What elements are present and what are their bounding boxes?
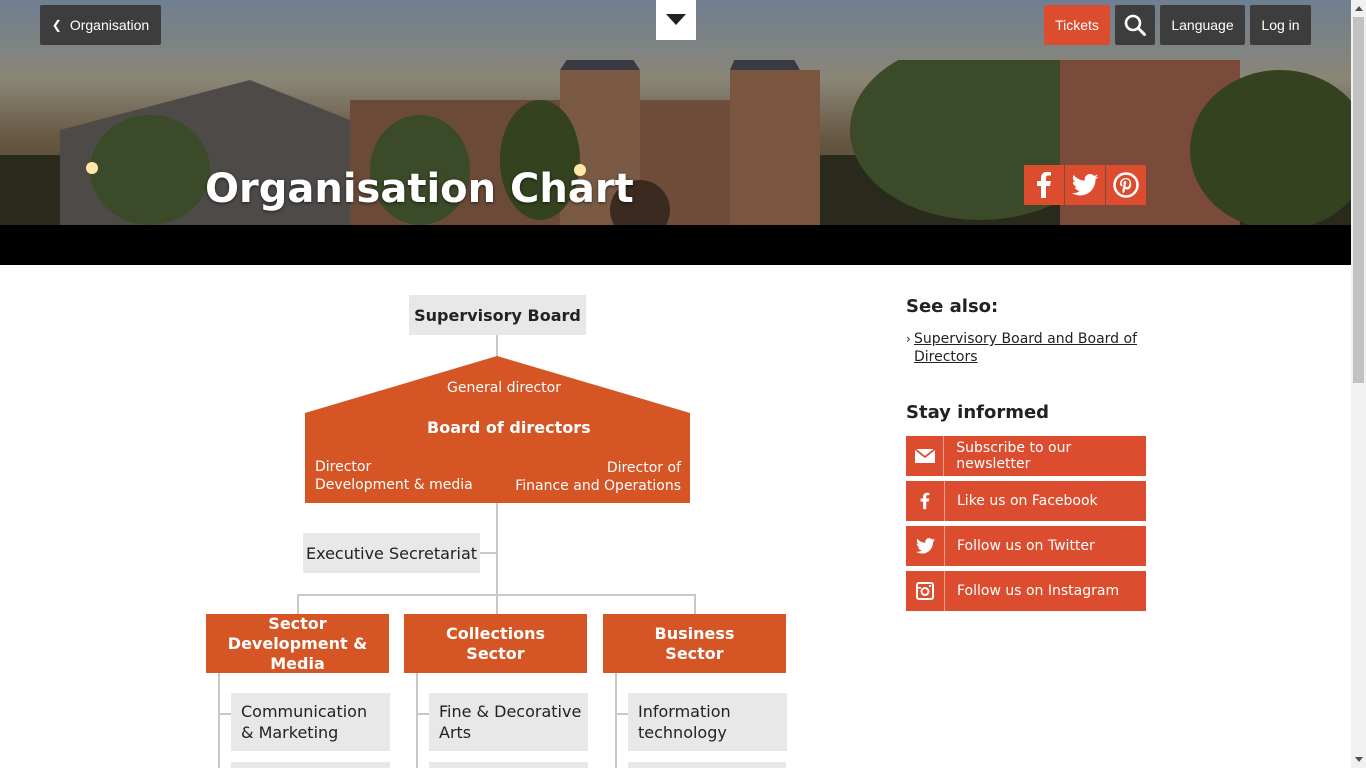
subunit-line1: Communication [241, 702, 368, 721]
login-label: Log in [1261, 17, 1300, 33]
caret-down-icon [1354, 757, 1363, 762]
connector-line [694, 594, 696, 614]
connector-line [496, 335, 498, 357]
supervisory-board-box: Supervisory Board [409, 295, 586, 335]
share-pinterest-button[interactable] [1106, 165, 1146, 205]
instagram-icon [906, 571, 945, 611]
board-of-directors-label: Board of directors [427, 418, 591, 437]
envelope-icon [906, 436, 945, 476]
subunit-line2: Arts [439, 723, 472, 742]
newsletter-button[interactable]: Subscribe to our newsletter [906, 436, 1146, 476]
sector-line2: Sector [665, 643, 724, 663]
next-subunit-box [628, 762, 786, 768]
facebook-follow-button[interactable]: Like us on Facebook [906, 481, 1146, 521]
information-technology-box: Information technology [628, 693, 787, 751]
sector-development-media-box: Sector Development & Media [206, 614, 389, 673]
director-dev-line2: Development & media [315, 477, 473, 493]
connector-line [297, 594, 695, 596]
language-button[interactable]: Language [1160, 5, 1245, 45]
connector-line [416, 713, 429, 715]
connector-line [480, 552, 497, 554]
language-label: Language [1171, 17, 1234, 33]
share-twitter-button[interactable] [1065, 165, 1105, 205]
newsletter-label: Subscribe to our newsletter [956, 440, 1072, 472]
chevron-right-icon: › [906, 332, 911, 346]
twitter-icon [906, 526, 945, 566]
menu-dropdown-toggle[interactable] [656, 0, 696, 40]
search-icon [1124, 14, 1146, 36]
caret-down-icon [666, 14, 686, 25]
subunit-line1: Information [638, 702, 731, 721]
connector-line [615, 673, 617, 768]
facebook-label: Like us on Facebook [957, 493, 1098, 509]
museum-building-image [0, 60, 1351, 225]
supervisory-board-link[interactable]: Supervisory Board and Board of Directors [914, 330, 1146, 366]
subunit-line1: Fine & Decorative [439, 702, 582, 721]
executive-secretariat-label: Executive Secretariat [305, 543, 478, 563]
search-button[interactable] [1115, 5, 1155, 45]
sector-line1: Business [654, 623, 735, 643]
subunit-line2: technology [638, 723, 727, 742]
next-subunit-box [231, 762, 390, 768]
scrollbar-thumb[interactable] [1353, 17, 1364, 383]
tickets-label: Tickets [1055, 17, 1099, 33]
executive-secretariat-box: Executive Secretariat [303, 533, 480, 573]
sector-line1: Sector [268, 613, 327, 633]
page-title: Organisation Chart [205, 166, 634, 212]
sector-line1: Collections [445, 623, 546, 643]
connector-line [297, 594, 299, 614]
facebook-icon [1037, 172, 1051, 198]
twitter-icon [1071, 174, 1099, 196]
connector-line [496, 503, 498, 614]
connector-line [218, 673, 220, 768]
collections-sector-box: Collections Sector [404, 614, 587, 673]
caret-up-icon [1354, 6, 1363, 11]
sector-line2: Development & Media [227, 633, 368, 673]
director-fin-line2: Finance and Operations [515, 478, 681, 494]
connector-line [416, 673, 418, 768]
facebook-icon [906, 481, 945, 521]
instagram-follow-button[interactable]: Follow us on Instagram [906, 571, 1146, 611]
twitter-label: Follow us on Twitter [957, 538, 1095, 554]
business-sector-box: Business Sector [603, 614, 786, 673]
board-of-directors-block: General director Board of directors Dire… [305, 356, 690, 503]
login-button[interactable]: Log in [1250, 5, 1311, 45]
back-to-organisation-button[interactable]: ❮ Organisation [40, 5, 161, 45]
director-fin-line1: Director of [606, 460, 681, 476]
share-facebook-button[interactable] [1024, 165, 1064, 205]
back-button-label: Organisation [69, 17, 150, 33]
see-also-heading: See also: [906, 296, 999, 317]
communication-marketing-box: Communication & Marketing [231, 693, 390, 751]
scroll-up-arrow[interactable] [1351, 0, 1366, 17]
stay-informed-heading: Stay informed [906, 402, 1050, 423]
supervisory-board-label: Supervisory Board [414, 305, 581, 325]
director-dev-line1: Director [315, 459, 372, 475]
connector-line [615, 713, 628, 715]
subunit-line2: & Marketing [241, 723, 339, 742]
connector-line [218, 713, 231, 715]
fine-decorative-arts-box: Fine & Decorative Arts [429, 693, 588, 751]
hero-bottom-band [0, 225, 1351, 265]
sector-line2: Sector [466, 643, 525, 663]
instagram-label: Follow us on Instagram [957, 583, 1120, 599]
scroll-down-arrow[interactable] [1351, 751, 1366, 768]
general-director-label: General director [447, 380, 561, 396]
tickets-button[interactable]: Tickets [1044, 5, 1110, 45]
pinterest-icon [1113, 172, 1139, 198]
see-also-item: › Supervisory Board and Board of Directo… [906, 330, 1146, 366]
next-subunit-box [429, 762, 588, 768]
twitter-follow-button[interactable]: Follow us on Twitter [906, 526, 1146, 566]
chevron-left-icon: ❮ [51, 18, 62, 32]
